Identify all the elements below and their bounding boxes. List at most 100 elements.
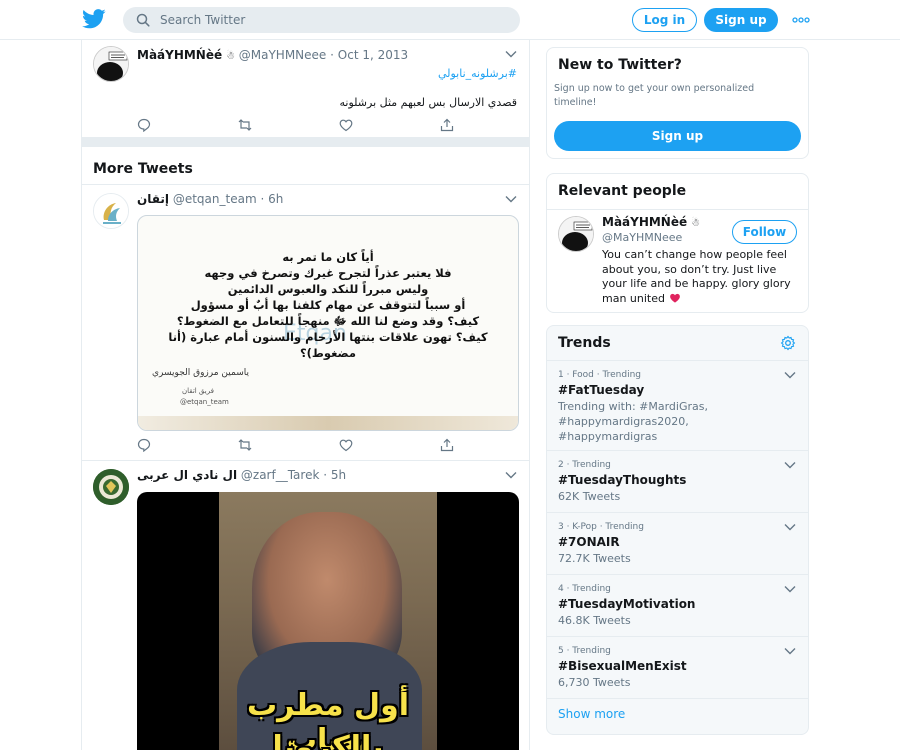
search-input[interactable] [160, 13, 500, 27]
tweet-etqan[interactable]: إتقان @etqan_team · 6h Etqan أياً كان ما… [82, 185, 529, 461]
more-options-icon[interactable] [791, 13, 811, 27]
search-icon [136, 13, 150, 27]
person-bio-text: You can’t change how people feel about y… [602, 248, 791, 305]
person-name-row: MàáYHMŃèé ☃ [602, 215, 700, 229]
trend-item[interactable]: 3 · K-Pop · Trending #7ONAIR 72.7K Tweet… [547, 513, 808, 575]
tweet-age[interactable]: 6h [268, 192, 283, 206]
user-name[interactable]: MàáYHMŃèé [137, 48, 222, 62]
signup-button[interactable]: Sign up [704, 8, 778, 32]
separator-band [82, 138, 529, 147]
trend-item[interactable]: 1 · Food · Trending #FatTuesday Trending… [547, 361, 808, 451]
trend-count: 62K Tweets [558, 490, 621, 503]
user-handle[interactable]: @etqan_team [173, 192, 257, 206]
tweet-text: قصدي الارسال بس لعبهم مثل برشلونه [339, 96, 518, 109]
tweet-video[interactable]: أول مطرب يصاب بالكرونا [137, 492, 519, 750]
avatar-image [94, 47, 128, 81]
user-handle[interactable]: @zarf__Tarek [241, 468, 320, 482]
trend-item[interactable]: 2 · Trending #TuesdayThoughts 62K Tweets [547, 451, 808, 513]
tweet-image[interactable]: Etqan أياً كان ما تمر به فلا يعتبر عذراً… [137, 215, 519, 431]
trend-name[interactable]: #TuesdayThoughts [558, 473, 686, 487]
person-name[interactable]: MàáYHMŃèé [602, 215, 687, 229]
tweet-header: MàáYHMŃèé ☃ @MaYHMNeee · Oct 1, 2013 [137, 48, 408, 62]
emoji-icon: ☃ [225, 51, 235, 62]
timeline-column: MàáYHMŃèé ☃ @MaYHMNeee · Oct 1, 2013 #بر… [81, 40, 530, 750]
like-icon[interactable] [339, 118, 353, 132]
separator-dot: · [330, 48, 334, 62]
chevron-down-icon[interactable] [784, 585, 796, 593]
image-author: ياسمين مرزوق الجويسري [152, 368, 249, 378]
avatar-image [94, 194, 128, 228]
quote-line: أو سبباً لتتوقف عن مهام كلفنا بها أبٌ أو… [190, 298, 466, 312]
show-more-link[interactable]: Show more [558, 707, 625, 721]
trend-count: 6,730 Tweets [558, 676, 631, 689]
trends-card: Trends 1 · Food · Trending #FatTuesday T… [546, 325, 809, 735]
image-team: فريق اتقان [182, 387, 214, 395]
retweet-icon[interactable] [238, 118, 252, 132]
card-title: New to Twitter? [558, 57, 682, 73]
tweet-header: ال نادي ال عربى @zarf__Tarek · 5h [137, 468, 346, 482]
more-tweets-heading: More Tweets [82, 147, 529, 185]
separator-dot: · [323, 468, 328, 482]
avatar[interactable] [93, 469, 129, 505]
avatar[interactable] [558, 216, 594, 252]
top-bar: Log in Sign up [0, 0, 900, 40]
trend-name[interactable]: #FatTuesday [558, 383, 644, 397]
quote-line: كيف؟ وقد وضع لنا الله ﷻ منهجاً للتعامل م… [176, 314, 480, 328]
avatar-image [93, 469, 129, 505]
tweet-age[interactable]: 5h [331, 468, 346, 482]
reply-icon[interactable] [137, 438, 151, 452]
chevron-down-icon[interactable] [784, 461, 796, 469]
chevron-down-icon[interactable] [784, 647, 796, 655]
person-handle[interactable]: @MaYHMNeee [602, 231, 682, 244]
trend-meta: 3 · K-Pop · Trending [558, 522, 644, 532]
quote-line: أياً كان ما تمر به [282, 250, 374, 264]
avatar[interactable] [93, 193, 129, 229]
tweet-date[interactable]: Oct 1, 2013 [338, 48, 408, 62]
more-tweets-label: More Tweets [93, 161, 193, 177]
signup-card-button[interactable]: Sign up [554, 121, 801, 151]
image-quote: أياً كان ما تمر به فلا يعتبر عذراً لتجرح… [158, 249, 498, 361]
trend-name[interactable]: #7ONAIR [558, 535, 620, 549]
user-name[interactable]: إتقان [137, 192, 169, 206]
share-icon[interactable] [440, 118, 454, 132]
chevron-down-icon[interactable] [784, 371, 796, 379]
trend-name[interactable]: #BisexualMenExist [558, 659, 687, 673]
avatar-image [559, 217, 593, 251]
trend-item[interactable]: 5 · Trending #BisexualMenExist 6,730 Twe… [547, 637, 808, 699]
trend-meta: 2 · Trending [558, 460, 611, 470]
search-bar[interactable] [123, 7, 520, 33]
user-handle[interactable]: @MaYHMNeee [239, 48, 327, 62]
trend-meta: 5 · Trending [558, 646, 611, 656]
follow-button[interactable]: Follow [732, 220, 797, 244]
like-icon[interactable] [339, 438, 353, 452]
avatar[interactable] [93, 46, 129, 82]
trend-item[interactable]: 4 · Trending #TuesdayMotivation 46.8K Tw… [547, 575, 808, 637]
emoji-icon: ☃ [690, 218, 700, 229]
tweet-header: إتقان @etqan_team · 6h [137, 192, 283, 206]
trend-related[interactable]: Trending with: #MardiGras, #happymardigr… [558, 399, 748, 444]
person-bio: You can’t change how people feel about y… [602, 248, 802, 306]
trend-name[interactable]: #TuesdayMotivation [558, 597, 695, 611]
trend-count: 46.8K Tweets [558, 614, 631, 627]
video-caption-2: بالكرونا [272, 730, 384, 750]
share-icon[interactable] [440, 438, 454, 452]
trend-meta: 4 · Trending [558, 584, 611, 594]
hashtag-link[interactable]: #برشلونه_نابولي [438, 67, 517, 80]
chevron-down-icon[interactable] [505, 50, 517, 58]
login-button[interactable]: Log in [632, 8, 697, 32]
twitter-logo-icon[interactable] [82, 9, 106, 29]
tweet-actions [137, 118, 457, 132]
chevron-down-icon[interactable] [505, 195, 517, 203]
quote-line: كيف؟ تهون علاقات بنتها الأرحام والسنون أ… [168, 330, 488, 360]
tweet-zarf[interactable]: ال نادي ال عربى @zarf__Tarek · 5h أول مط… [82, 461, 529, 750]
chevron-down-icon[interactable] [784, 523, 796, 531]
red-heart-icon [669, 293, 680, 303]
retweet-icon[interactable] [238, 438, 252, 452]
chevron-down-icon[interactable] [505, 471, 517, 479]
reply-icon[interactable] [137, 118, 151, 132]
separator-dot: · [260, 192, 265, 206]
user-name[interactable]: ال نادي ال عربى [137, 468, 237, 482]
settings-gear-icon[interactable] [780, 335, 796, 351]
image-bottom-strip [138, 416, 518, 430]
tweet-main[interactable]: MàáYHMŃèé ☃ @MaYHMNeee · Oct 1, 2013 #بر… [82, 40, 529, 138]
